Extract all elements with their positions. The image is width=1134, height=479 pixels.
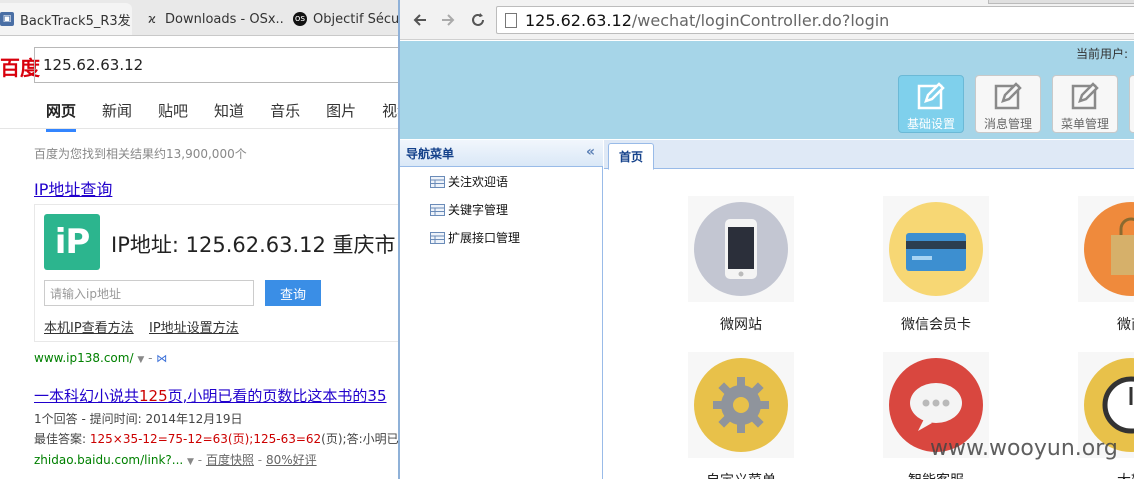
app-label: 微商 <box>1117 317 1134 333</box>
tab-objectif-securite[interactable]: os Objectif Sécur <box>293 3 403 35</box>
table-icon <box>430 231 445 244</box>
nav-item-label: 关键字管理 <box>448 203 509 217</box>
local-ip-howto-link[interactable]: 本机IP查看方法 <box>44 317 134 336</box>
nav-item-label: 关注欢迎语 <box>448 175 509 189</box>
content-tab-bar: 首页 <box>604 140 1134 170</box>
forward-arrow-icon[interactable] <box>436 8 460 32</box>
answer-label: 最佳答案: <box>34 432 90 446</box>
ip-query-button[interactable]: 查询 <box>265 280 321 306</box>
result-url: www.ip138.com/ ▼ - ⋈ <box>34 351 168 365</box>
dropdown-arrow-icon[interactable]: ▼ <box>137 355 144 365</box>
table-icon <box>430 175 445 188</box>
app-icon-frame <box>1078 196 1134 302</box>
menu-tile-menu-management[interactable]: 菜单管理 <box>1052 75 1118 133</box>
nav-item-label: 扩展接口管理 <box>448 231 521 245</box>
ip-logo-icon: iP <box>44 214 100 270</box>
edit-icon <box>917 82 945 110</box>
objectif-icon: os <box>293 12 307 26</box>
osx-icon: ϰ <box>148 12 156 26</box>
result-url: zhidao.baidu.com/link?... ▼ - 百度快照 - 80%… <box>34 453 317 467</box>
window-controls[interactable] <box>988 0 1134 4</box>
app-member-card[interactable]: 微信会员卡 <box>883 196 989 334</box>
menu-tile-message-management[interactable]: 消息管理 <box>975 75 1041 133</box>
result-url-text[interactable]: www.ip138.com/ <box>34 351 134 365</box>
result-best-answer: 最佳答案: 125×35-12=75-12=63(页);125-63=62(页)… <box>34 430 400 447</box>
tab-title: Objectif Sécur <box>313 11 403 27</box>
backtrack-icon: ▣ <box>0 12 14 26</box>
result-meta: 1个回答 - 提问时间: 2014年12月19日 <box>34 412 243 426</box>
tab-title: BackTrack5_R3发... <box>20 13 132 29</box>
current-user-label: 当前用户: <box>1076 47 1129 61</box>
nav-divider <box>0 128 400 129</box>
gear-icon <box>694 358 788 452</box>
app-label: 微网站 <box>720 317 762 333</box>
url-path: /wechat/loginController.do?login <box>631 10 890 30</box>
ip-location-text: IP地址: 125.62.63.12 重庆市 <box>111 233 396 257</box>
tab-downloads-osx[interactable]: ϰ Downloads - OSx... <box>145 3 285 35</box>
address-bar[interactable]: 125.62.63.12/wechat/loginController.do?l… <box>496 6 1134 34</box>
title-part: 页,小明已看的页数比这本书的35 <box>167 387 387 405</box>
ip-query-input[interactable]: 请输入ip地址 <box>44 280 254 306</box>
watermark: www.wooyun.org <box>930 436 1118 461</box>
tab-backtrack[interactable]: ▣ BackTrack5_R3发... <box>0 3 132 35</box>
menu-tile-label: 菜单管理 <box>1060 117 1109 131</box>
app-custom-menu[interactable]: 自定义菜单 <box>688 352 794 479</box>
title-part: 一本科幻小说共 <box>34 387 140 405</box>
app-label: 大转 <box>1078 470 1134 479</box>
app-micro-shop[interactable]: 微商 <box>1078 196 1134 334</box>
nav-panel-header: 导航菜单 « <box>400 140 603 167</box>
nav-item-keyword-management[interactable]: 关键字管理 <box>430 201 508 218</box>
nav-panel-title: 导航菜单 <box>406 146 455 161</box>
result-title-zhidao[interactable]: 一本科幻小说共125页,小明已看的页数比这本书的35 <box>34 385 400 406</box>
browser-toolbar: 125.62.63.12/wechat/loginController.do?l… <box>400 0 1134 40</box>
answer-text: (页);答:小明已看 <box>321 432 400 446</box>
page-icon <box>505 13 517 28</box>
menu-tile-more[interactable] <box>1129 75 1134 133</box>
answer-highlight: 125×35-12=75-12=63(页);125-63=62 <box>89 432 322 446</box>
app-icon-frame <box>688 196 794 302</box>
search-input[interactable]: 125.62.63.12 <box>34 47 414 83</box>
tab-title: Downloads - OSx... <box>165 11 285 27</box>
app-icon-frame <box>688 352 794 458</box>
table-icon <box>430 203 445 216</box>
result-title-ip-lookup[interactable]: IP地址查询 <box>34 176 112 200</box>
menu-tile-label: 消息管理 <box>983 117 1032 131</box>
trust-badge-icon[interactable]: ⋈ <box>156 352 167 365</box>
admin-header: 当前用户: 基础设置 消息管理 菜单管理 <box>400 41 1134 139</box>
ip-lookup-card: iP IP地址: 125.62.63.12 重庆市 请输入ip地址 查询 本机I… <box>34 204 414 342</box>
title-highlight: 125 <box>139 387 168 405</box>
navigation-panel: 导航菜单 « 关注欢迎语 关键字管理 扩展接口管理 <box>400 140 603 479</box>
nav-item-extension-api[interactable]: 扩展接口管理 <box>430 229 520 246</box>
app-icon-frame <box>883 196 989 302</box>
nav-item-welcome-message[interactable]: 关注欢迎语 <box>430 173 508 190</box>
app-label: 智能客服 <box>883 470 989 479</box>
tab-home[interactable]: 首页 <box>608 143 654 170</box>
rating-link[interactable]: 80%好评 <box>266 453 317 467</box>
shopping-bag-icon <box>1084 202 1134 296</box>
mobile-phone-icon <box>694 202 788 296</box>
edit-icon <box>994 82 1022 110</box>
result-url-text[interactable]: zhidao.baidu.com/link?... <box>34 453 183 467</box>
snapshot-link[interactable]: 百度快照 <box>206 453 254 467</box>
result-count: 百度为您找到相关结果约13,900,000个 <box>34 147 247 161</box>
content-panel: 首页 微网站 微信会员卡 微 <box>604 140 1134 479</box>
app-label: 自定义菜单 <box>688 470 794 479</box>
menu-tile-basic-settings[interactable]: 基础设置 <box>898 75 964 133</box>
collapse-icon[interactable]: « <box>586 144 595 160</box>
wechat-admin-window: 125.62.63.12/wechat/loginController.do?l… <box>398 0 1134 479</box>
dropdown-arrow-icon[interactable]: ▼ <box>187 457 194 467</box>
credit-card-icon <box>889 202 983 296</box>
reload-icon[interactable] <box>466 8 490 32</box>
app-label: 微信会员卡 <box>901 317 971 333</box>
edit-icon <box>1071 82 1099 110</box>
back-arrow-icon[interactable] <box>408 8 432 32</box>
menu-tile-label: 基础设置 <box>906 117 955 131</box>
app-micro-website[interactable]: 微网站 <box>688 196 794 334</box>
screen: ▣ BackTrack5_R3发... ϰ Downloads - OSx...… <box>0 0 1134 479</box>
ip-settings-howto-link[interactable]: IP地址设置方法 <box>149 317 239 336</box>
url-host: 125.62.63.12 <box>525 10 632 30</box>
